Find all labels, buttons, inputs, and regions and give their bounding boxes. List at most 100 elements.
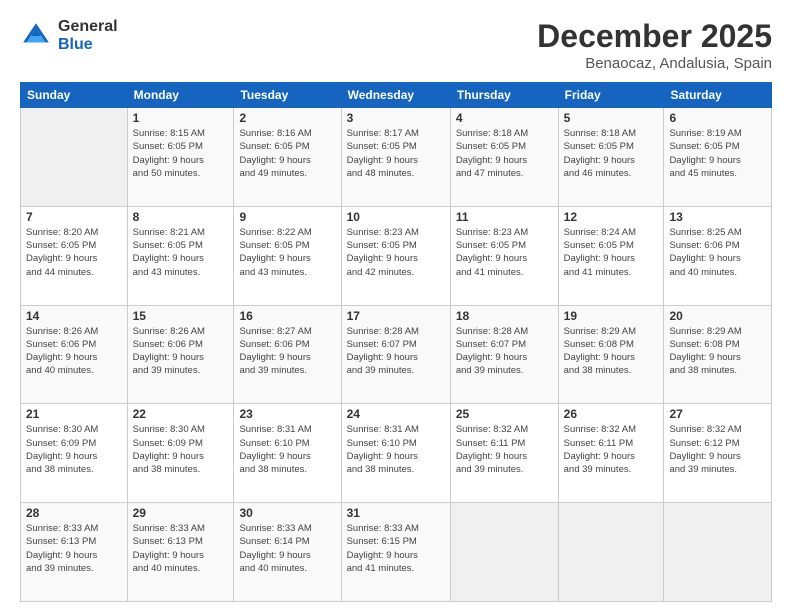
calendar-cell: 6 Sunrise: 8:19 AM Sunset: 6:05 PM Daylig… — [664, 108, 772, 207]
calendar-cell: 29 Sunrise: 8:33 AM Sunset: 6:13 PM Dayli… — [127, 503, 234, 602]
day-number: 24 — [347, 407, 445, 421]
calendar-cell — [558, 503, 664, 602]
calendar-table: SundayMondayTuesdayWednesdayThursdayFrid… — [20, 82, 772, 602]
title-block: December 2025 Benaocaz, Andalusia, Spain — [537, 18, 772, 72]
logo: General Blue — [20, 18, 118, 54]
logo-general: General — [58, 18, 118, 35]
day-number: 21 — [26, 407, 122, 421]
day-number: 13 — [669, 210, 766, 224]
day-number: 19 — [564, 309, 659, 323]
day-info: Sunrise: 8:33 AM Sunset: 6:13 PM Dayligh… — [133, 522, 229, 575]
day-number: 6 — [669, 111, 766, 125]
day-number: 2 — [239, 111, 335, 125]
calendar-cell: 21Sunrise: 8:30 AM Sunset: 6:09 PM Dayli… — [21, 404, 128, 503]
day-info: Sunrise: 8:20 AM Sunset: 6:05 PM Dayligh… — [26, 226, 122, 279]
page: General Blue December 2025 Benaocaz, And… — [0, 0, 792, 612]
calendar-cell: 26 Sunrise: 8:32 AM Sunset: 6:11 PM Dayli… — [558, 404, 664, 503]
day-number: 16 — [239, 309, 335, 323]
calendar-cell: 18Sunrise: 8:28 AM Sunset: 6:07 PM Dayli… — [450, 305, 558, 404]
calendar-cell: 15 Sunrise: 8:26 AM Sunset: 6:06 PM Dayli… — [127, 305, 234, 404]
day-info: Sunrise: 8:18 AM Sunset: 6:05 PM Dayligh… — [456, 127, 553, 180]
day-info: Sunrise: 8:32 AM Sunset: 6:11 PM Dayligh… — [564, 423, 659, 476]
day-number: 14 — [26, 309, 122, 323]
day-number: 30 — [239, 506, 335, 520]
day-number: 25 — [456, 407, 553, 421]
calendar-week-row: 28 Sunrise: 8:33 AM Sunset: 6:13 PM Dayli… — [21, 503, 772, 602]
day-info: Sunrise: 8:32 AM Sunset: 6:11 PM Dayligh… — [456, 423, 553, 476]
calendar-cell: 25 Sunrise: 8:32 AM Sunset: 6:11 PM Dayli… — [450, 404, 558, 503]
day-info: Sunrise: 8:23 AM Sunset: 6:05 PM Dayligh… — [456, 226, 553, 279]
day-number: 29 — [133, 506, 229, 520]
day-number: 10 — [347, 210, 445, 224]
day-info: Sunrise: 8:26 AM Sunset: 6:06 PM Dayligh… — [26, 325, 122, 378]
calendar-cell: 5 Sunrise: 8:18 AM Sunset: 6:05 PM Daylig… — [558, 108, 664, 207]
day-number: 12 — [564, 210, 659, 224]
day-info: Sunrise: 8:22 AM Sunset: 6:05 PM Dayligh… — [239, 226, 335, 279]
calendar-day-header: Saturday — [664, 83, 772, 108]
day-info: Sunrise: 8:18 AM Sunset: 6:05 PM Dayligh… — [564, 127, 659, 180]
day-info: Sunrise: 8:32 AM Sunset: 6:12 PM Dayligh… — [669, 423, 766, 476]
day-info: Sunrise: 8:29 AM Sunset: 6:08 PM Dayligh… — [564, 325, 659, 378]
calendar-day-header: Wednesday — [341, 83, 450, 108]
calendar-header-row: SundayMondayTuesdayWednesdayThursdayFrid… — [21, 83, 772, 108]
calendar-cell: 30 Sunrise: 8:33 AM Sunset: 6:14 PM Dayli… — [234, 503, 341, 602]
day-info: Sunrise: 8:30 AM Sunset: 6:09 PM Dayligh… — [133, 423, 229, 476]
calendar-cell: 13 Sunrise: 8:25 AM Sunset: 6:06 PM Dayli… — [664, 206, 772, 305]
day-info: Sunrise: 8:27 AM Sunset: 6:06 PM Dayligh… — [239, 325, 335, 378]
day-number: 9 — [239, 210, 335, 224]
day-number: 3 — [347, 111, 445, 125]
calendar-cell: 28Sunrise: 8:33 AM Sunset: 6:13 PM Dayli… — [21, 503, 128, 602]
day-info: Sunrise: 8:28 AM Sunset: 6:07 PM Dayligh… — [456, 325, 553, 378]
calendar-cell: 7 Sunrise: 8:20 AM Sunset: 6:05 PM Daylig… — [21, 206, 128, 305]
day-info: Sunrise: 8:26 AM Sunset: 6:06 PM Dayligh… — [133, 325, 229, 378]
day-number: 15 — [133, 309, 229, 323]
location: Benaocaz, Andalusia, Spain — [537, 55, 772, 72]
calendar-cell — [450, 503, 558, 602]
day-info: Sunrise: 8:23 AM Sunset: 6:05 PM Dayligh… — [347, 226, 445, 279]
logo-icon — [20, 20, 52, 52]
day-info: Sunrise: 8:21 AM Sunset: 6:05 PM Dayligh… — [133, 226, 229, 279]
day-number: 23 — [239, 407, 335, 421]
calendar-cell: 1 Sunrise: 8:15 AM Sunset: 6:05 PM Daylig… — [127, 108, 234, 207]
day-number: 22 — [133, 407, 229, 421]
calendar-cell: 9 Sunrise: 8:22 AM Sunset: 6:05 PM Daylig… — [234, 206, 341, 305]
calendar-cell — [21, 108, 128, 207]
calendar-cell: 12Sunrise: 8:24 AM Sunset: 6:05 PM Dayli… — [558, 206, 664, 305]
calendar-cell: 14 Sunrise: 8:26 AM Sunset: 6:06 PM Dayli… — [21, 305, 128, 404]
day-info: Sunrise: 8:15 AM Sunset: 6:05 PM Dayligh… — [133, 127, 229, 180]
header: General Blue December 2025 Benaocaz, And… — [20, 18, 772, 72]
day-number: 5 — [564, 111, 659, 125]
day-info: Sunrise: 8:33 AM Sunset: 6:15 PM Dayligh… — [347, 522, 445, 575]
calendar-cell: 22 Sunrise: 8:30 AM Sunset: 6:09 PM Dayli… — [127, 404, 234, 503]
calendar-cell: 11 Sunrise: 8:23 AM Sunset: 6:05 PM Dayli… — [450, 206, 558, 305]
day-number: 11 — [456, 210, 553, 224]
day-info: Sunrise: 8:17 AM Sunset: 6:05 PM Dayligh… — [347, 127, 445, 180]
day-info: Sunrise: 8:31 AM Sunset: 6:10 PM Dayligh… — [239, 423, 335, 476]
logo-blue: Blue — [58, 36, 93, 53]
day-info: Sunrise: 8:29 AM Sunset: 6:08 PM Dayligh… — [669, 325, 766, 378]
day-number: 26 — [564, 407, 659, 421]
calendar-cell: 23 Sunrise: 8:31 AM Sunset: 6:10 PM Dayli… — [234, 404, 341, 503]
day-info: Sunrise: 8:19 AM Sunset: 6:05 PM Dayligh… — [669, 127, 766, 180]
day-info: Sunrise: 8:28 AM Sunset: 6:07 PM Dayligh… — [347, 325, 445, 378]
day-info: Sunrise: 8:33 AM Sunset: 6:14 PM Dayligh… — [239, 522, 335, 575]
calendar-cell: 19 Sunrise: 8:29 AM Sunset: 6:08 PM Dayli… — [558, 305, 664, 404]
calendar-cell: 8Sunrise: 8:21 AM Sunset: 6:05 PM Daylig… — [127, 206, 234, 305]
day-number: 20 — [669, 309, 766, 323]
calendar-day-header: Sunday — [21, 83, 128, 108]
day-info: Sunrise: 8:31 AM Sunset: 6:10 PM Dayligh… — [347, 423, 445, 476]
calendar-day-header: Friday — [558, 83, 664, 108]
day-number: 1 — [133, 111, 229, 125]
calendar-cell: 2Sunrise: 8:16 AM Sunset: 6:05 PM Daylig… — [234, 108, 341, 207]
calendar-day-header: Tuesday — [234, 83, 341, 108]
calendar-cell: 27Sunrise: 8:32 AM Sunset: 6:12 PM Dayli… — [664, 404, 772, 503]
calendar-day-header: Thursday — [450, 83, 558, 108]
day-number: 7 — [26, 210, 122, 224]
calendar-cell: 24 Sunrise: 8:31 AM Sunset: 6:10 PM Dayli… — [341, 404, 450, 503]
day-info: Sunrise: 8:25 AM Sunset: 6:06 PM Dayligh… — [669, 226, 766, 279]
day-number: 4 — [456, 111, 553, 125]
day-number: 31 — [347, 506, 445, 520]
calendar-week-row: 7 Sunrise: 8:20 AM Sunset: 6:05 PM Daylig… — [21, 206, 772, 305]
calendar-cell — [664, 503, 772, 602]
day-number: 28 — [26, 506, 122, 520]
